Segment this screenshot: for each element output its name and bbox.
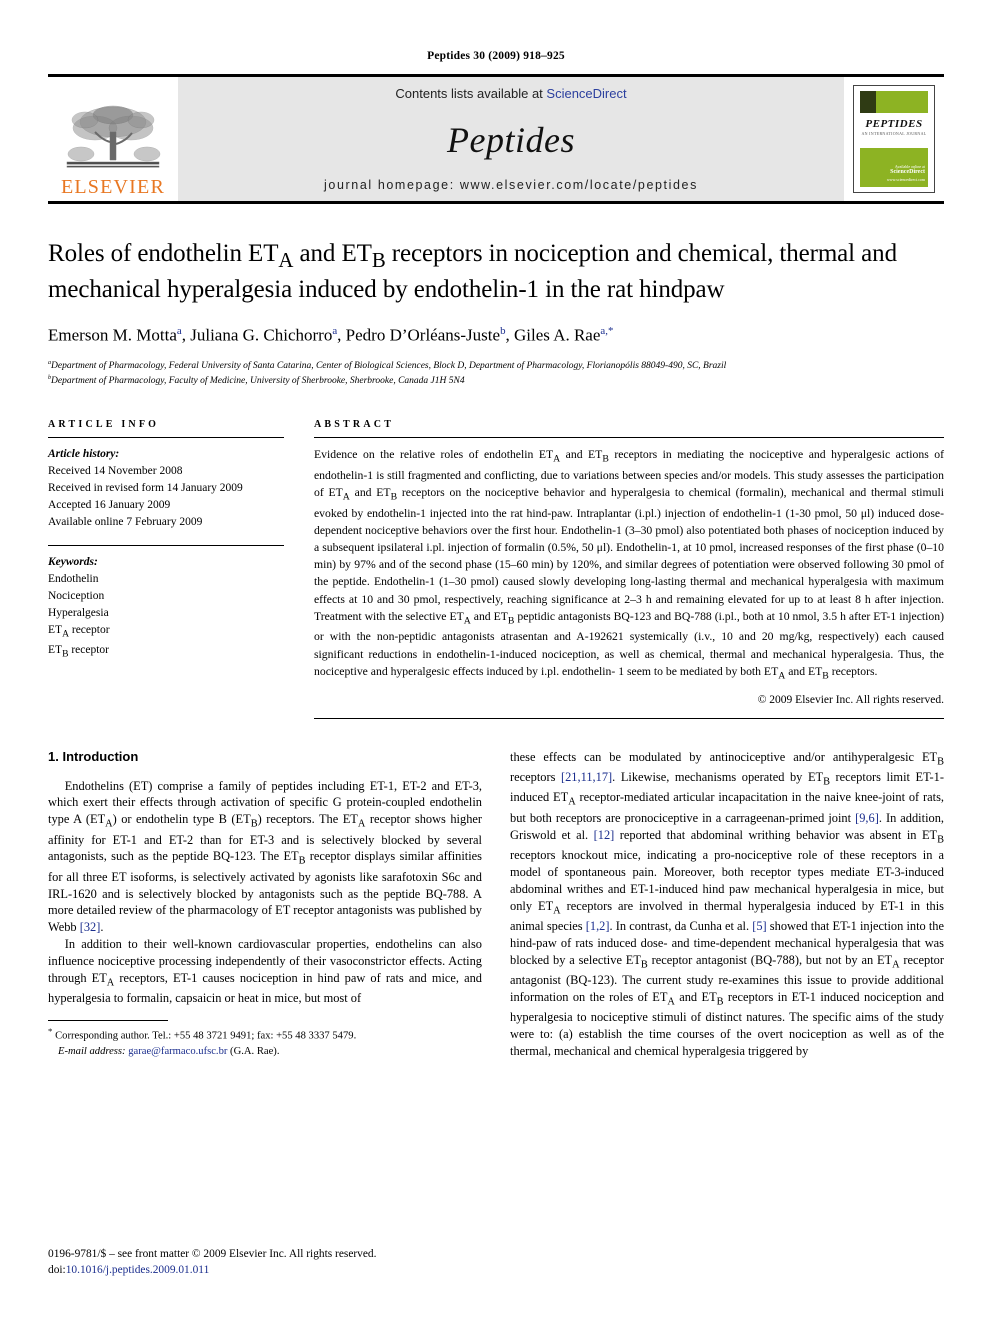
affiliation-text: Department of Pharmacology, Faculty of M…: [51, 376, 465, 387]
citation-ref[interactable]: [9,6]: [855, 811, 879, 825]
abstract-text: Evidence on the relative roles of endoth…: [314, 448, 944, 682]
author-name: Juliana G. Chichorro: [190, 325, 333, 345]
intro-paragraph-3: these effects can be modulated by antino…: [510, 749, 945, 1058]
keywords-group: Keywords: Endothelin Nociception Hyperal…: [48, 554, 284, 661]
citation-ref[interactable]: [21,11,17]: [561, 770, 612, 784]
citation-ref[interactable]: [12]: [594, 828, 615, 842]
imprint-block: 0196-9781/$ – see front matter © 2009 El…: [48, 1247, 376, 1279]
elsevier-tree-icon: [61, 102, 165, 176]
running-head: Peptides 30 (2009) 918–925: [427, 50, 565, 62]
journal-article-page: Peptides 30 (2009) 918–925 ELSEVIER Cont…: [0, 0, 992, 1323]
doi-label: doi:: [48, 1264, 66, 1277]
author-name: Pedro D’Orléans-Juste: [345, 325, 501, 345]
history-item: Received 14 November 2008: [48, 465, 183, 478]
asterisk-icon: *: [48, 1026, 53, 1037]
body-column-left: 1. Introduction Endothelins (ET) compris…: [48, 749, 482, 1060]
abstract-heading: ABSTRACT: [314, 419, 395, 431]
corresponding-author-text: Corresponding author. Tel.: +55 48 3721 …: [55, 1030, 357, 1042]
intro-paragraph-2: In addition to their well-known cardiova…: [48, 937, 482, 1006]
doi-link[interactable]: 10.1016/j.peptides.2009.01.011: [66, 1264, 210, 1276]
email-link[interactable]: garae@farmaco.ufsc.br: [128, 1046, 227, 1057]
footnote-area: * Corresponding author. Tel.: +55 48 372…: [48, 1020, 482, 1059]
article-info-heading: ARTICLE INFO: [48, 419, 160, 431]
keyword-item: ETB receptor: [48, 643, 109, 659]
keyword-item: Nociception: [48, 590, 105, 603]
author-affiliation-marker[interactable]: a: [177, 325, 182, 337]
citation-ref[interactable]: [5]: [752, 919, 766, 933]
intro-paragraph-1: Endothelins (ET) comprise a family of pe…: [48, 778, 483, 935]
article-history-group: Article history: Received 14 November 20…: [48, 446, 284, 531]
doi-line: doi:10.1016/j.peptides.2009.01.011: [48, 1263, 376, 1279]
keywords-label: Keywords:: [48, 556, 98, 569]
author-list: Emerson M. Mottaa, Juliana G. Chichorroa…: [48, 324, 614, 345]
affiliation-text: Department of Pharmacology, Federal Univ…: [51, 361, 727, 372]
citation-ref[interactable]: [32]: [80, 920, 101, 934]
journal-homepage-line[interactable]: journal homepage: www.elsevier.com/locat…: [324, 178, 698, 192]
info-and-abstract: ARTICLE INFO Article history: Received 1…: [48, 419, 944, 719]
cover-image: PEPTIDES AN INTERNATIONAL JOURNAL Availa…: [853, 85, 935, 193]
corresponding-author-note: * Corresponding author. Tel.: +55 48 372…: [48, 1025, 482, 1044]
journal-masthead: ELSEVIER Contents lists available at Sci…: [48, 74, 944, 204]
cover-sciencedirect-mark: Available online at ScienceDirect www.sc…: [887, 164, 925, 182]
keyword-item: ETA receptor: [48, 624, 110, 640]
journal-title: Peptides: [447, 119, 575, 160]
article-title: Roles of endothelin ETA and ETB receptor…: [48, 240, 897, 303]
article-history-label: Article history:: [48, 448, 120, 461]
cover-sd-url: www.sciencedirect.com: [886, 176, 925, 182]
contents-prefix: Contents lists available at: [395, 86, 547, 101]
affiliation-item: bDepartment of Pharmacology, Faculty of …: [48, 374, 944, 389]
body-columns: 1. Introduction Endothelins (ET) compris…: [48, 749, 944, 1060]
author-name: Emerson M. Motta: [48, 325, 177, 345]
title-block: Roles of endothelin ETA and ETB receptor…: [48, 204, 944, 389]
elsevier-logo: ELSEVIER: [48, 77, 178, 201]
journal-cover-thumbnail: PEPTIDES AN INTERNATIONAL JOURNAL Availa…: [844, 77, 944, 201]
email-owner: (G.A. Rae).: [230, 1046, 280, 1058]
keyword-item: Endothelin: [48, 573, 99, 586]
footnote-divider: [48, 1020, 168, 1022]
history-item: Accepted 16 January 2009: [48, 499, 171, 512]
abstract-column: ABSTRACT Evidence on the relative roles …: [314, 419, 944, 719]
email-label: E-mail address:: [58, 1046, 126, 1058]
citation-ref[interactable]: [1,2]: [586, 919, 610, 933]
history-item: Available online 7 February 2009: [48, 516, 203, 529]
article-info-column: ARTICLE INFO Article history: Received 1…: [48, 419, 284, 718]
divider: [314, 437, 944, 439]
cover-subtitle: AN INTERNATIONAL JOURNAL: [861, 131, 927, 136]
divider: [48, 545, 284, 547]
divider: [48, 437, 284, 439]
issn-copyright-line: 0196-9781/$ – see front matter © 2009 El…: [48, 1248, 377, 1261]
contents-lists-line: Contents lists available at ScienceDirec…: [395, 86, 626, 101]
cover-title: PEPTIDES: [865, 118, 923, 130]
introduction-heading: 1. Introduction: [48, 748, 139, 764]
journal-band: Contents lists available at ScienceDirec…: [178, 77, 844, 201]
affiliation-item: aDepartment of Pharmacology, Federal Uni…: [48, 359, 944, 374]
author-affiliation-marker[interactable]: b: [500, 325, 505, 337]
history-item: Received in revised form 14 January 2009: [48, 482, 243, 495]
cover-sd-brand: ScienceDirect: [890, 169, 925, 176]
author-affiliation-marker[interactable]: a: [332, 325, 337, 337]
affiliation-list: aDepartment of Pharmacology, Federal Uni…: [48, 359, 944, 389]
cover-logo-square: [860, 91, 876, 113]
author-affiliation-marker[interactable]: a,*: [600, 325, 613, 337]
abstract-copyright: © 2009 Elsevier Inc. All rights reserved…: [757, 693, 944, 706]
elsevier-wordmark: ELSEVIER: [60, 176, 166, 198]
author-name: Giles A. Rae: [514, 325, 601, 345]
divider: [314, 717, 944, 719]
keyword-item: Hyperalgesia: [48, 607, 109, 620]
email-note: E-mail address: garae@farmaco.ufsc.br (G…: [48, 1044, 482, 1059]
sciencedirect-link[interactable]: ScienceDirect: [546, 86, 626, 101]
body-column-right: these effects can be modulated by antino…: [510, 749, 944, 1060]
